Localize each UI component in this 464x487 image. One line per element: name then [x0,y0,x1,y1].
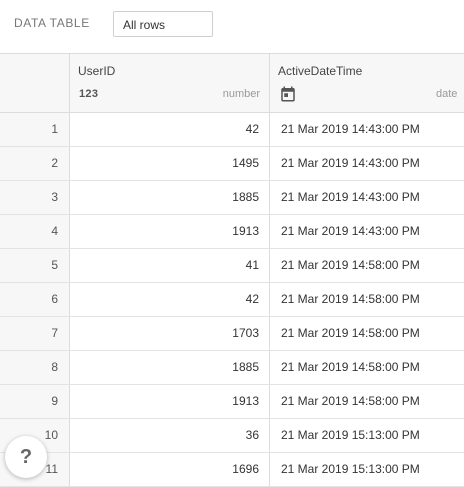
activedatetime-cell: 21 Mar 2019 14:43:00 PM [281,190,420,204]
table-row[interactable]: 6 42 21 Mar 2019 14:58:00 PM [0,283,464,317]
table-row[interactable]: 7 1703 21 Mar 2019 14:58:00 PM [0,317,464,351]
row-index: 7 [0,317,70,350]
data-table: UserID 123 number ActiveDateTime date 14… [0,53,464,487]
table-row[interactable]: 3 1885 21 Mar 2019 14:43:00 PM [0,181,464,215]
activedatetime-cell: 21 Mar 2019 14:58:00 PM [281,292,420,306]
row-index: 6 [0,283,70,316]
table-row[interactable]: 1 42 21 Mar 2019 14:43:00 PM [0,113,464,147]
userid-cell: 1885 [70,181,270,214]
userid-cell: 41 [70,249,270,282]
row-index: 8 [0,351,70,384]
row-index: 9 [0,385,70,418]
number-type-icon: 123 [79,88,99,100]
column-header-userid[interactable]: UserID 123 number [70,54,270,112]
table-body: 1 42 21 Mar 2019 14:43:00 PM 2 1495 21 Mar 20… [0,113,464,487]
column-name: ActiveDateTime [278,64,363,78]
activedatetime-cell: 21 Mar 2019 14:58:00 PM [281,326,420,340]
userid-cell: 36 [70,419,270,452]
userid-cell: 1913 [70,215,270,248]
table-row[interactable]: 5 41 21 Mar 2019 14:58:00 PM [0,249,464,283]
userid-cell: 1913 [70,385,270,418]
row-index: 5 [0,249,70,282]
table-header: UserID 123 number ActiveDateTime date [0,54,464,113]
column-type-label: number [222,88,260,100]
activedatetime-cell: 21 Mar 2019 14:43:00 PM [281,224,420,238]
table-row[interactable]: 10 36 21 Mar 2019 15:13:00 PM [0,419,464,453]
index-column-header [0,54,70,112]
row-index: 3 [0,181,70,214]
table-row[interactable]: 2 1495 21 Mar 2019 14:43:00 PM [0,147,464,181]
calendar-icon [281,86,295,102]
userid-cell: 1696 [70,453,270,486]
activedatetime-cell: 21 Mar 2019 15:13:00 PM [281,428,420,442]
userid-cell: 1495 [70,147,270,180]
activedatetime-cell: 21 Mar 2019 14:58:00 PM [281,394,420,408]
userid-cell: 1885 [70,351,270,384]
row-filter-select[interactable]: All rows [113,11,213,37]
column-type-label: date [436,88,458,100]
userid-cell: 42 [70,283,270,316]
help-button[interactable]: ? [5,436,47,478]
activedatetime-cell: 21 Mar 2019 14:43:00 PM [281,122,420,136]
activedatetime-cell: 21 Mar 2019 14:58:00 PM [281,258,420,272]
table-row[interactable]: 8 1885 21 Mar 2019 14:58:00 PM [0,351,464,385]
activedatetime-cell: 21 Mar 2019 14:43:00 PM [281,156,420,170]
table-row[interactable]: 9 1913 21 Mar 2019 14:58:00 PM [0,385,464,419]
activedatetime-cell: 21 Mar 2019 14:58:00 PM [281,360,420,374]
row-index: 2 [0,147,70,180]
row-index: 1 [0,113,70,146]
column-name: UserID [78,64,116,78]
column-header-activedatetime[interactable]: ActiveDateTime date [270,54,464,112]
userid-cell: 42 [70,113,270,146]
table-row[interactable]: 4 1913 21 Mar 2019 14:43:00 PM [0,215,464,249]
toolbar-title: DATA TABLE [14,16,90,30]
userid-cell: 1703 [70,317,270,350]
row-index: 4 [0,215,70,248]
table-row[interactable]: 11 1696 21 Mar 2019 15:13:00 PM [0,453,464,487]
activedatetime-cell: 21 Mar 2019 15:13:00 PM [281,462,420,476]
toolbar: DATA TABLE All rows [0,0,464,50]
